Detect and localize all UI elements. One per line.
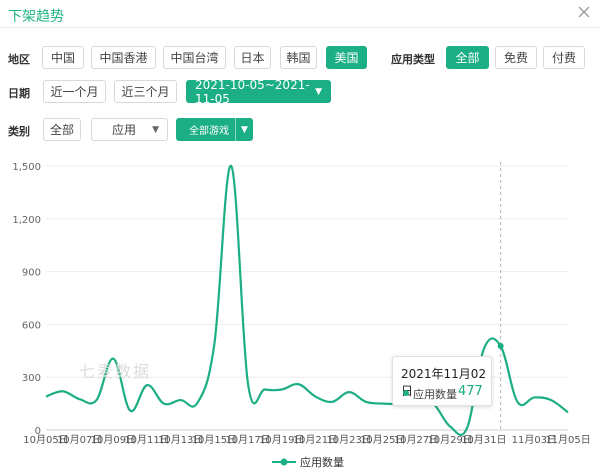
data-point (497, 343, 504, 350)
legend-line-icon (272, 458, 296, 466)
y-tick-label: 1,200 (12, 215, 41, 226)
tooltip-value: 477 (458, 384, 483, 399)
y-tick-label: 900 (22, 268, 41, 279)
y-tick-label: 300 (22, 373, 41, 384)
y-tick-label: 1,500 (12, 162, 41, 173)
chart-tooltip: 2021年11月02日 应用数量 477 (392, 356, 492, 406)
trend-chart: 03006009001,2001,500 10月05日10月07日10月09日1… (12, 162, 591, 446)
legend-label: 应用数量 (300, 456, 344, 469)
y-axis-ticks: 03006009001,2001,500 (12, 162, 41, 437)
watermark: 七麦数据 (79, 362, 152, 381)
y-tick-label: 600 (22, 320, 41, 331)
chart-legend[interactable]: 应用数量 (272, 454, 344, 470)
x-tick-label: 10月31日 (461, 434, 506, 446)
tooltip-series-dot (403, 390, 409, 396)
x-axis-ticks: 10月05日10月07日10月09日10月11日10月13日10月15日10月1… (23, 434, 590, 446)
series-points (497, 343, 504, 350)
tooltip-series-name: 应用数量 (413, 388, 457, 401)
x-tick-label: 11月05日 (545, 434, 590, 446)
